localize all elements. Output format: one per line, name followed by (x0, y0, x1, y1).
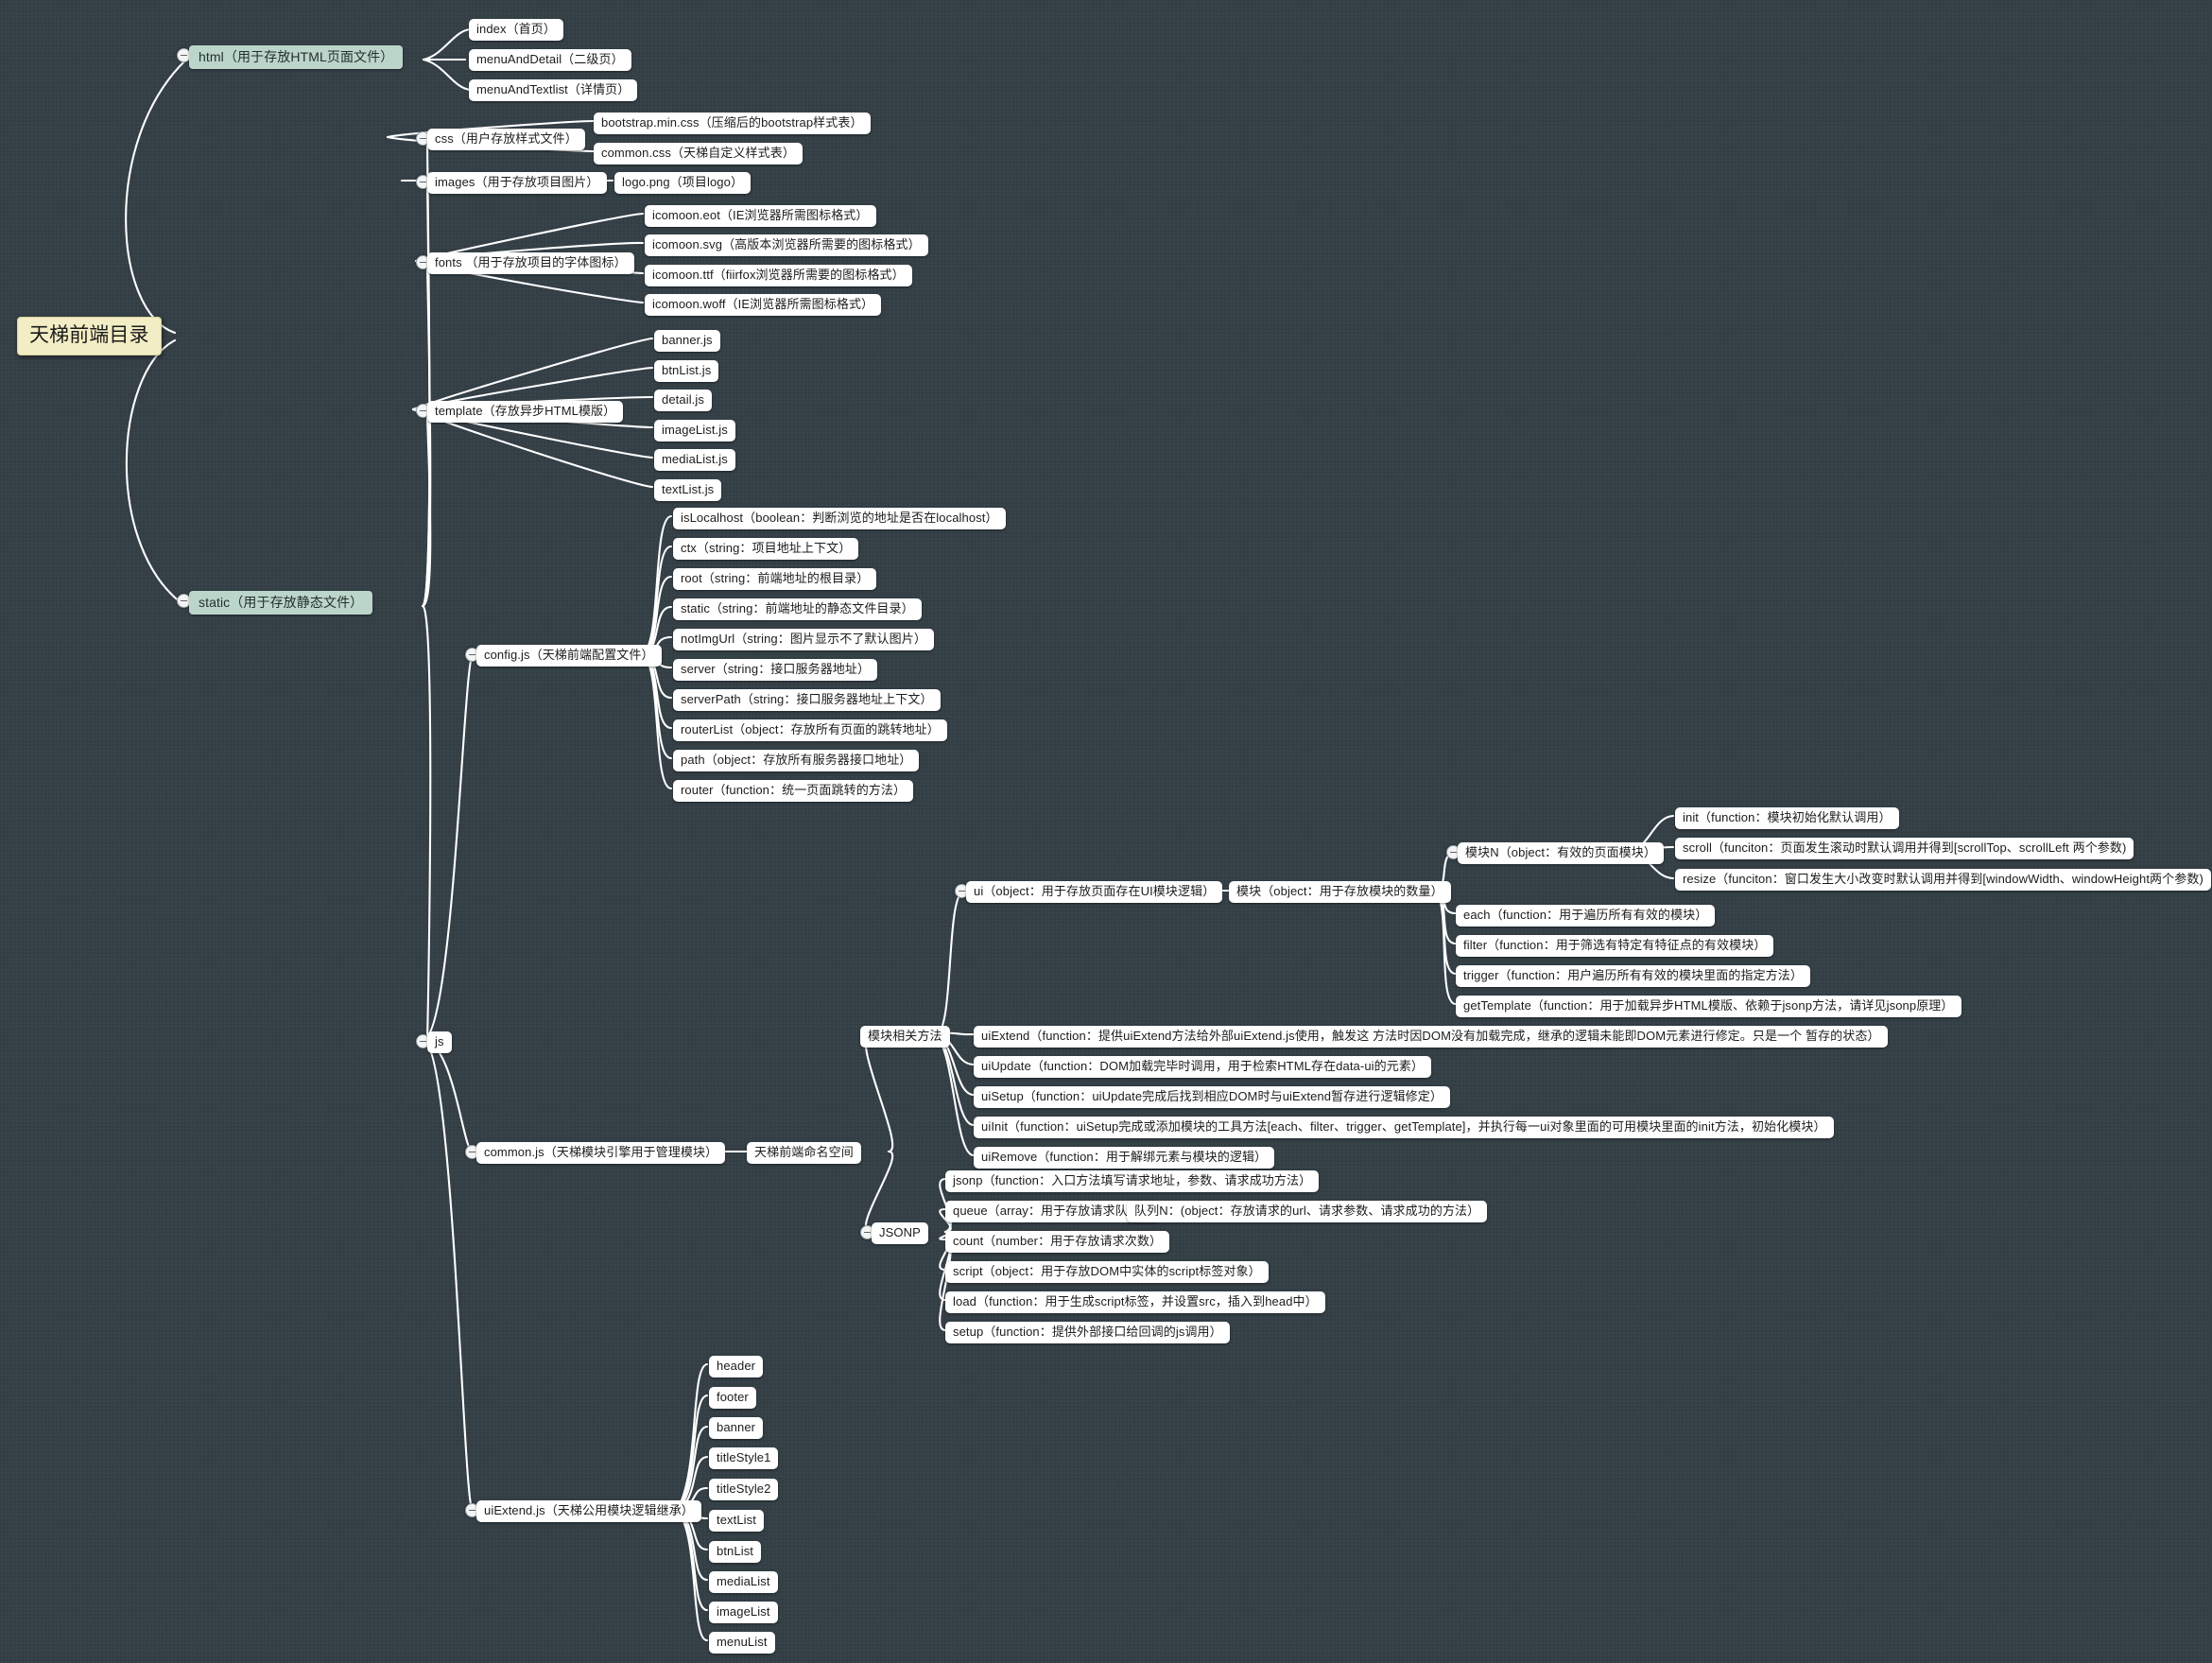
node-html-child-index[interactable]: index（首页） (469, 19, 563, 41)
node-jsonp-child-count[interactable]: count（number：用于存放请求次数） (945, 1231, 1170, 1253)
node-jsonp-child-setup[interactable]: setup（function：提供外部接口给回调的js调用） (945, 1322, 1230, 1343)
node-uiextend[interactable]: uiExtend.js（天梯公用模块逻辑继承） (476, 1500, 701, 1522)
node-uiextend-child-btnlist[interactable]: btnList (709, 1541, 762, 1563)
node-ui[interactable]: ui（object：用于存放页面存在UI模块逻辑） (966, 881, 1223, 903)
node-html[interactable]: html（用于存放HTML页面文件） (189, 45, 404, 69)
node-config-child-path[interactable]: path（object：存放所有服务器接口地址） (673, 750, 920, 771)
node-uiextend-child-titlestyle1[interactable]: titleStyle1 (709, 1447, 779, 1469)
node-config-child-serverpath[interactable]: serverPath（string：接口服务器地址上下文） (673, 689, 941, 711)
node-module-methods[interactable]: 模块相关方法 (860, 1026, 950, 1048)
root-node[interactable]: 天梯前端目录 (17, 317, 162, 355)
node-template-child-banner[interactable]: banner.js (654, 330, 720, 352)
node-fonts-child-eot[interactable]: icomoon.eot（IE浏览器所需图标格式） (645, 205, 876, 227)
node-css-child-bootstrap[interactable]: bootstrap.min.css（压缩后的bootstrap样式表） (594, 113, 871, 134)
node-jsonp-child-jsonp[interactable]: jsonp（function：入口方法填写请求地址，参数、请求成功方法） (945, 1170, 1320, 1192)
mindmap-canvas: 天梯前端目录 html（用于存放HTML页面文件） index（首页） menu… (0, 0, 2212, 1663)
node-module-child-filter[interactable]: filter（function：用于筛选有特定有特征点的有效模块） (1456, 935, 1774, 957)
node-modulen[interactable]: 模块N（object：有效的页面模块） (1458, 842, 1664, 864)
node-html-child-menuandtextlist[interactable]: menuAndTextlist（详情页） (469, 79, 638, 101)
node-module-child-gettemplate[interactable]: getTemplate（function：用于加载异步HTML模版、依赖于jso… (1456, 996, 1961, 1017)
node-namespace[interactable]: 天梯前端命名空间 (747, 1142, 861, 1164)
node-css[interactable]: css（用户存放样式文件） (427, 129, 585, 150)
node-jsonp-child-script[interactable]: script（object：用于存放DOM中实体的script标签对象） (945, 1261, 1269, 1283)
node-css-child-common[interactable]: common.css（天梯自定义样式表） (594, 143, 803, 165)
node-config-child-islocalhost[interactable]: isLocalhost（boolean：判断浏览的地址是否在localhost） (673, 508, 1006, 529)
node-module-methods-uiupdate[interactable]: uiUpdate（function：DOM加载完毕时调用，用于检索HTML存在d… (974, 1056, 1432, 1078)
node-fonts-child-woff[interactable]: icomoon.woff（IE浏览器所需图标格式） (645, 294, 882, 316)
node-images-child-logo[interactable]: logo.png（项目logo） (614, 172, 752, 194)
node-uiextend-child-footer[interactable]: footer (709, 1387, 756, 1409)
node-images[interactable]: images（用于存放项目图片） (427, 172, 607, 194)
node-fonts-child-svg[interactable]: icomoon.svg（高版本浏览器所需要的图标格式） (645, 234, 928, 256)
node-uiextend-child-medialist[interactable]: mediaList (709, 1571, 778, 1593)
node-module-methods-uiinit[interactable]: uiInit（function：uiSetup完成或添加模块的工具方法[each… (974, 1117, 1834, 1138)
node-uiextend-child-textlist[interactable]: textList (709, 1510, 764, 1532)
node-fonts[interactable]: fonts （用于存放项目的字体图标） (427, 252, 634, 274)
mindmap-links (125, 27, 1675, 1642)
node-uiextend-child-header[interactable]: header (709, 1356, 764, 1377)
node-queuen[interactable]: 队列N：(object：存放请求的url、请求参数、请求成功的方法） (1127, 1201, 1488, 1222)
node-modulen-child-resize[interactable]: resize（funciton：窗口发生大小改变时默认调用并得到[windowW… (1675, 869, 2211, 891)
node-modulen-child-init[interactable]: init（function：模块初始化默认调用） (1675, 807, 1899, 829)
node-fonts-child-ttf[interactable]: icomoon.ttf（fiirfox浏览器所需要的图标格式） (645, 265, 912, 286)
node-template-child-btnlist[interactable]: btnList.js (654, 360, 719, 382)
node-template-child-imagelist[interactable]: imageList.js (654, 420, 735, 442)
node-module-child-trigger[interactable]: trigger（function：用户遍历所有有效的模块里面的指定方法） (1456, 965, 1810, 987)
node-config[interactable]: config.js（天梯前端配置文件） (476, 645, 662, 667)
node-template-child-textlist[interactable]: textList.js (654, 479, 722, 501)
node-template-child-detail[interactable]: detail.js (654, 390, 712, 411)
node-config-child-root[interactable]: root（string：前端地址的根目录） (673, 568, 877, 590)
node-jsonp[interactable]: JSONP (872, 1222, 928, 1244)
node-uiextend-child-banner[interactable]: banner (709, 1417, 764, 1439)
node-uiextend-child-titlestyle2[interactable]: titleStyle2 (709, 1479, 779, 1500)
node-template[interactable]: template（存放异步HTML模版） (427, 401, 624, 423)
node-jsonp-child-load[interactable]: load（function：用于生成script标签，并设置src，插入到hea… (945, 1291, 1325, 1313)
node-config-child-routerlist[interactable]: routerList（object：存放所有页面的跳转地址） (673, 719, 947, 741)
node-module-methods-uiremove[interactable]: uiRemove（function：用于解绑元素与模块的逻辑） (974, 1147, 1275, 1169)
node-config-child-router[interactable]: router（function：统一页面跳转的方法） (673, 780, 914, 802)
node-modulen-child-scroll[interactable]: scroll（funciton：页面发生滚动时默认调用并得到[scrollTop… (1675, 838, 2134, 859)
node-config-child-ctx[interactable]: ctx（string：项目地址上下文） (673, 538, 859, 560)
node-js[interactable]: js (427, 1031, 452, 1053)
node-module-methods-uiextend[interactable]: uiExtend（function：提供uiExtend方法给外部uiExten… (974, 1026, 1888, 1048)
node-static[interactable]: static（用于存放静态文件） (189, 591, 373, 615)
node-common[interactable]: common.js（天梯模块引擎用于管理模块） (476, 1142, 726, 1164)
node-html-child-menuanddetail[interactable]: menuAndDetail（二级页） (469, 49, 631, 71)
node-config-child-server[interactable]: server（string：接口服务器地址） (673, 659, 878, 681)
node-module-child-each[interactable]: each（function：用于遍历所有有效的模块） (1456, 905, 1716, 927)
node-module[interactable]: 模块（object：用于存放模块的数量） (1229, 881, 1451, 903)
node-config-child-notimgurl[interactable]: notImgUrl（string：图片显示不了默认图片） (673, 629, 934, 650)
node-uiextend-child-imagelist[interactable]: imageList (709, 1602, 778, 1623)
node-uiextend-child-menulist[interactable]: menuList (709, 1632, 775, 1654)
node-config-child-static[interactable]: static（string：前端地址的静态文件目录） (673, 598, 922, 620)
node-template-child-medialist[interactable]: mediaList.js (654, 449, 735, 471)
node-module-methods-uisetup[interactable]: uiSetup（function：uiUpdate完成后找到相应DOM时与uiE… (974, 1086, 1450, 1108)
